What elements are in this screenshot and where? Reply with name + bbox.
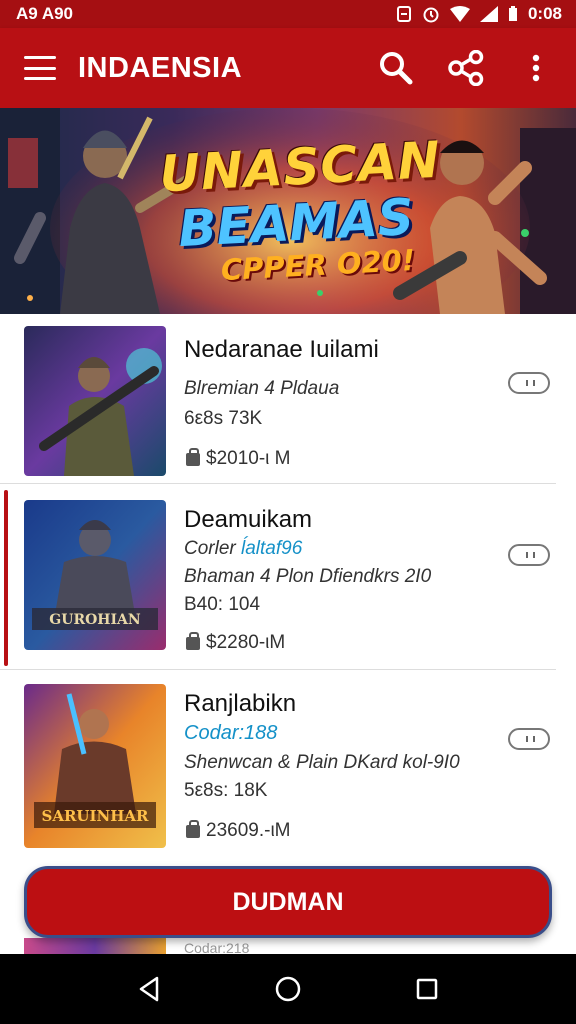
next-item-thumbnail-peek xyxy=(24,938,166,954)
item-price-value: 23609.-ιM xyxy=(206,820,291,841)
item-title: Ranjlabikn xyxy=(184,690,297,717)
wifi-icon xyxy=(449,6,470,22)
bag-icon xyxy=(186,819,200,838)
thumbnail-label: GUROHIAN xyxy=(49,612,141,628)
list-item[interactable]: GUROHIAN Deamuikam Corler ĺaltaf96 Bhama… xyxy=(0,486,576,670)
item-subtitle-prefix: Corler xyxy=(184,538,242,559)
item-line2: 5ε8s: 18K xyxy=(184,780,268,801)
notification-icon xyxy=(396,6,411,22)
more-vert-icon[interactable] xyxy=(518,50,554,86)
signal-icon xyxy=(479,6,498,22)
item-options-button[interactable] xyxy=(508,372,550,394)
item-price: $2280-ιM xyxy=(186,631,286,654)
divider xyxy=(0,483,556,484)
item-options-button[interactable] xyxy=(508,544,550,566)
share-icon[interactable] xyxy=(448,50,484,86)
app-title: INDAENSIA xyxy=(78,51,243,84)
hamburger-icon[interactable] xyxy=(24,56,56,80)
status-left-text: A9 A90 xyxy=(16,4,74,23)
item-line1: Shenwcan & Plain DKard kol-9I0 xyxy=(184,752,460,773)
promo-banner[interactable]: UNASCAN BEAMAS CPPER O20! xyxy=(0,108,576,314)
search-icon[interactable] xyxy=(378,50,414,86)
back-icon[interactable] xyxy=(129,969,169,1009)
list-item[interactable]: SARUINHAR Ranjlabikn Codar:188 Shenwcan … xyxy=(0,670,576,854)
home-icon[interactable] xyxy=(268,969,308,1009)
battery-icon xyxy=(508,6,517,21)
item-subtitle-accent: ĺaltaf96 xyxy=(241,538,303,559)
alarm-icon xyxy=(423,7,439,23)
item-subtitle: Corler ĺaltaf96 xyxy=(184,538,302,560)
item-line2: 6ε8s 73K xyxy=(184,408,263,429)
item-price-value: $2010-ι M xyxy=(206,448,291,469)
bag-icon xyxy=(186,447,200,466)
item-line1: Blremian 4 Pldaua xyxy=(184,378,340,399)
bag-icon xyxy=(186,631,200,650)
item-price-value: $2280-ιM xyxy=(206,632,286,653)
app-bar: INDAENSIA xyxy=(0,28,576,108)
thumbnail-label: SARUINHAR xyxy=(41,807,149,825)
status-icons: 0:08 xyxy=(396,4,562,24)
primary-action-button[interactable]: DUDMAN xyxy=(24,866,552,938)
game-thumbnail: SARUINHAR xyxy=(24,684,166,848)
recents-icon[interactable] xyxy=(407,969,447,1009)
status-bar: A9 A90 0:08 xyxy=(0,0,576,28)
item-line2: B40: 104 xyxy=(184,594,261,615)
list-item[interactable]: Nedaranae Iuilami Blremian 4 Pldaua 6ε8s… xyxy=(0,314,576,484)
item-price: $2010-ι M xyxy=(186,447,291,470)
item-line1: Bhaman 4 Plon Dfiendkrs 2I0 xyxy=(184,566,432,587)
item-title: Nedaranae Iuilami xyxy=(184,336,379,363)
system-nav-bar xyxy=(0,954,576,1024)
app-actions xyxy=(378,50,554,86)
item-price: 23609.-ιM xyxy=(186,819,291,842)
item-options-button[interactable] xyxy=(508,728,550,750)
item-title: Deamuikam xyxy=(184,506,313,533)
item-subtitle-accent: Codar:188 xyxy=(184,722,278,744)
game-thumbnail: GUROHIAN xyxy=(24,500,166,650)
game-thumbnail xyxy=(24,326,166,476)
status-time: 0:08 xyxy=(527,4,562,23)
selected-indicator xyxy=(4,490,8,666)
